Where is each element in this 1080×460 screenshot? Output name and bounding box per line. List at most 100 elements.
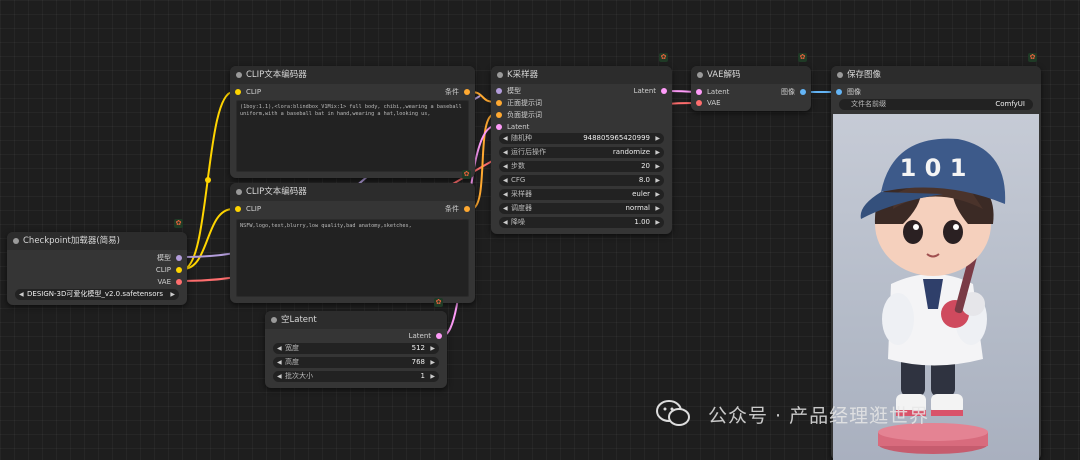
output-image[interactable]: 图像 (781, 87, 806, 97)
arrow-right-icon[interactable]: ▶ (430, 371, 435, 382)
output-model[interactable]: 模型 (157, 253, 182, 263)
port-dot-icon[interactable] (696, 100, 702, 106)
input-model[interactable]: 模型 (496, 86, 521, 96)
input-clip[interactable]: CLIP (235, 87, 262, 97)
arrow-left-icon[interactable]: ◀ (19, 289, 24, 300)
wechat-icon (656, 400, 690, 426)
port-dot-icon[interactable] (176, 267, 182, 273)
input-latent[interactable]: Latent (696, 87, 729, 97)
collapse-dot-icon[interactable] (13, 238, 19, 244)
checkpoint-loader-node[interactable]: ✿ Checkpoint加载器(简易) 模型 CLIP VAE ◀ DESIGN… (7, 219, 187, 305)
control-after-generate-widget[interactable]: ◀ 运行后操作 randomize ▶ (499, 147, 664, 158)
clip-text-encode-positive-node[interactable]: CLIP文本编码器 CLIP 条件 (1boy:1.1),<lora:blind… (230, 66, 475, 178)
output-latent[interactable]: Latent (408, 331, 442, 341)
output-conditioning[interactable]: 条件 (445, 87, 470, 97)
prompt-textarea[interactable]: (1boy:1.1),<lora:blindbox_V1Mix:1> full … (236, 100, 469, 172)
arrow-right-icon[interactable]: ▶ (430, 357, 435, 368)
output-label: Latent (633, 87, 656, 95)
port-dot-icon[interactable] (496, 124, 502, 130)
width-widget[interactable]: ◀ 宽度 512 ▶ (273, 343, 439, 354)
widget-value: 1.00 (634, 218, 650, 226)
collapse-dot-icon[interactable] (236, 72, 242, 78)
widget-label: 采样器 (511, 190, 532, 198)
node-badge-icon: ✿ (434, 298, 443, 307)
ksampler-node[interactable]: ✿ K采样器 模型 正面提示词 负面提示词 Latent Latent ◀ 随机种… (491, 53, 672, 234)
port-dot-icon[interactable] (496, 112, 502, 118)
arrow-left-icon[interactable]: ◀ (503, 203, 508, 214)
steps-widget[interactable]: ◀ 步数 20 ▶ (499, 161, 664, 172)
arrow-right-icon[interactable]: ▶ (655, 161, 660, 172)
output-conditioning[interactable]: 条件 (445, 204, 470, 214)
widget-value: ComfyUI (995, 100, 1025, 108)
widget-value: randomize (612, 148, 650, 156)
input-label: Latent (507, 123, 530, 131)
input-clip[interactable]: CLIP (235, 204, 261, 214)
empty-latent-node[interactable]: ✿ 空Latent Latent ◀ 宽度 512 ▶ ◀ 高度 768 ▶ ◀ 批次大小 1 ▶ (265, 298, 447, 388)
port-dot-icon[interactable] (436, 333, 442, 339)
node-title: 空Latent (281, 315, 317, 325)
node-badge-icon: ✿ (1028, 53, 1037, 62)
port-dot-icon[interactable] (235, 206, 241, 212)
arrow-left-icon[interactable]: ◀ (503, 189, 508, 200)
arrow-right-icon[interactable]: ▶ (655, 203, 660, 214)
node-title: K采样器 (507, 70, 539, 80)
collapse-dot-icon[interactable] (837, 72, 843, 78)
input-positive[interactable]: 正面提示词 (496, 98, 542, 108)
arrow-left-icon[interactable]: ◀ (277, 343, 282, 354)
wire-clip-to-negative (182, 208, 234, 270)
widget-value: normal (625, 204, 650, 212)
output-label: Latent (408, 332, 431, 340)
collapse-dot-icon[interactable] (271, 317, 277, 323)
arrow-right-icon[interactable]: ▶ (655, 175, 660, 186)
arrow-right-icon[interactable]: ▶ (655, 189, 660, 200)
output-clip[interactable]: CLIP (156, 265, 182, 275)
collapse-dot-icon[interactable] (697, 72, 703, 78)
arrow-left-icon[interactable]: ◀ (277, 357, 282, 368)
arrow-left-icon[interactable]: ◀ (503, 175, 508, 186)
batch-size-widget[interactable]: ◀ 批次大小 1 ▶ (273, 371, 439, 382)
input-image[interactable]: 图像 (836, 87, 861, 97)
port-dot-icon[interactable] (235, 89, 241, 95)
port-dot-icon[interactable] (464, 206, 470, 212)
arrow-right-icon[interactable]: ▶ (655, 217, 660, 228)
input-label: CLIP (246, 88, 262, 96)
arrow-left-icon[interactable]: ◀ (503, 217, 508, 228)
arrow-left-icon[interactable]: ◀ (503, 161, 508, 172)
arrow-left-icon[interactable]: ◀ (503, 147, 508, 158)
collapse-dot-icon[interactable] (236, 189, 242, 195)
arrow-right-icon[interactable]: ▶ (655, 147, 660, 158)
output-latent[interactable]: Latent (633, 86, 667, 96)
arrow-left-icon[interactable]: ◀ (503, 133, 508, 144)
arrow-right-icon[interactable]: ▶ (170, 289, 175, 300)
seed-widget[interactable]: ◀ 随机种 948805965420999 ▶ (499, 133, 664, 144)
clip-text-encode-negative-node[interactable]: ✿ CLIP文本编码器 CLIP 条件 NSFW,logo,text,blurr… (230, 170, 475, 303)
port-dot-icon[interactable] (800, 89, 806, 95)
sampler-widget[interactable]: ◀ 采样器 euler ▶ (499, 189, 664, 200)
node-title: CLIP文本编码器 (246, 187, 307, 197)
input-negative[interactable]: 负面提示词 (496, 110, 542, 120)
denoise-widget[interactable]: ◀ 降噪 1.00 ▶ (499, 217, 664, 228)
filename-prefix-input[interactable]: 文件名前缀 ComfyUI (839, 99, 1033, 110)
port-dot-icon[interactable] (661, 88, 667, 94)
port-dot-icon[interactable] (496, 100, 502, 106)
input-vae[interactable]: VAE (696, 98, 721, 108)
port-dot-icon[interactable] (176, 279, 182, 285)
vae-decode-node[interactable]: ✿ VAE解码 Latent VAE 图像 (691, 53, 811, 111)
collapse-dot-icon[interactable] (497, 72, 503, 78)
ckpt-name-select[interactable]: ◀ DESIGN-3D可爱化模型_v2.0.safetensors ▶ (15, 289, 179, 300)
arrow-right-icon[interactable]: ▶ (655, 133, 660, 144)
height-widget[interactable]: ◀ 高度 768 ▶ (273, 357, 439, 368)
arrow-left-icon[interactable]: ◀ (277, 371, 282, 382)
arrow-right-icon[interactable]: ▶ (430, 343, 435, 354)
port-dot-icon[interactable] (464, 89, 470, 95)
cfg-widget[interactable]: ◀ CFG 8.0 ▶ (499, 175, 664, 186)
port-dot-icon[interactable] (176, 255, 182, 261)
prompt-textarea[interactable]: NSFW,logo,text,blurry,low quality,bad an… (236, 219, 469, 297)
input-latent[interactable]: Latent (496, 122, 530, 132)
node-title: 保存图像 (847, 70, 882, 80)
port-dot-icon[interactable] (836, 89, 842, 95)
scheduler-widget[interactable]: ◀ 调度器 normal ▶ (499, 203, 664, 214)
port-dot-icon[interactable] (496, 88, 502, 94)
output-vae[interactable]: VAE (157, 277, 182, 287)
port-dot-icon[interactable] (696, 89, 702, 95)
